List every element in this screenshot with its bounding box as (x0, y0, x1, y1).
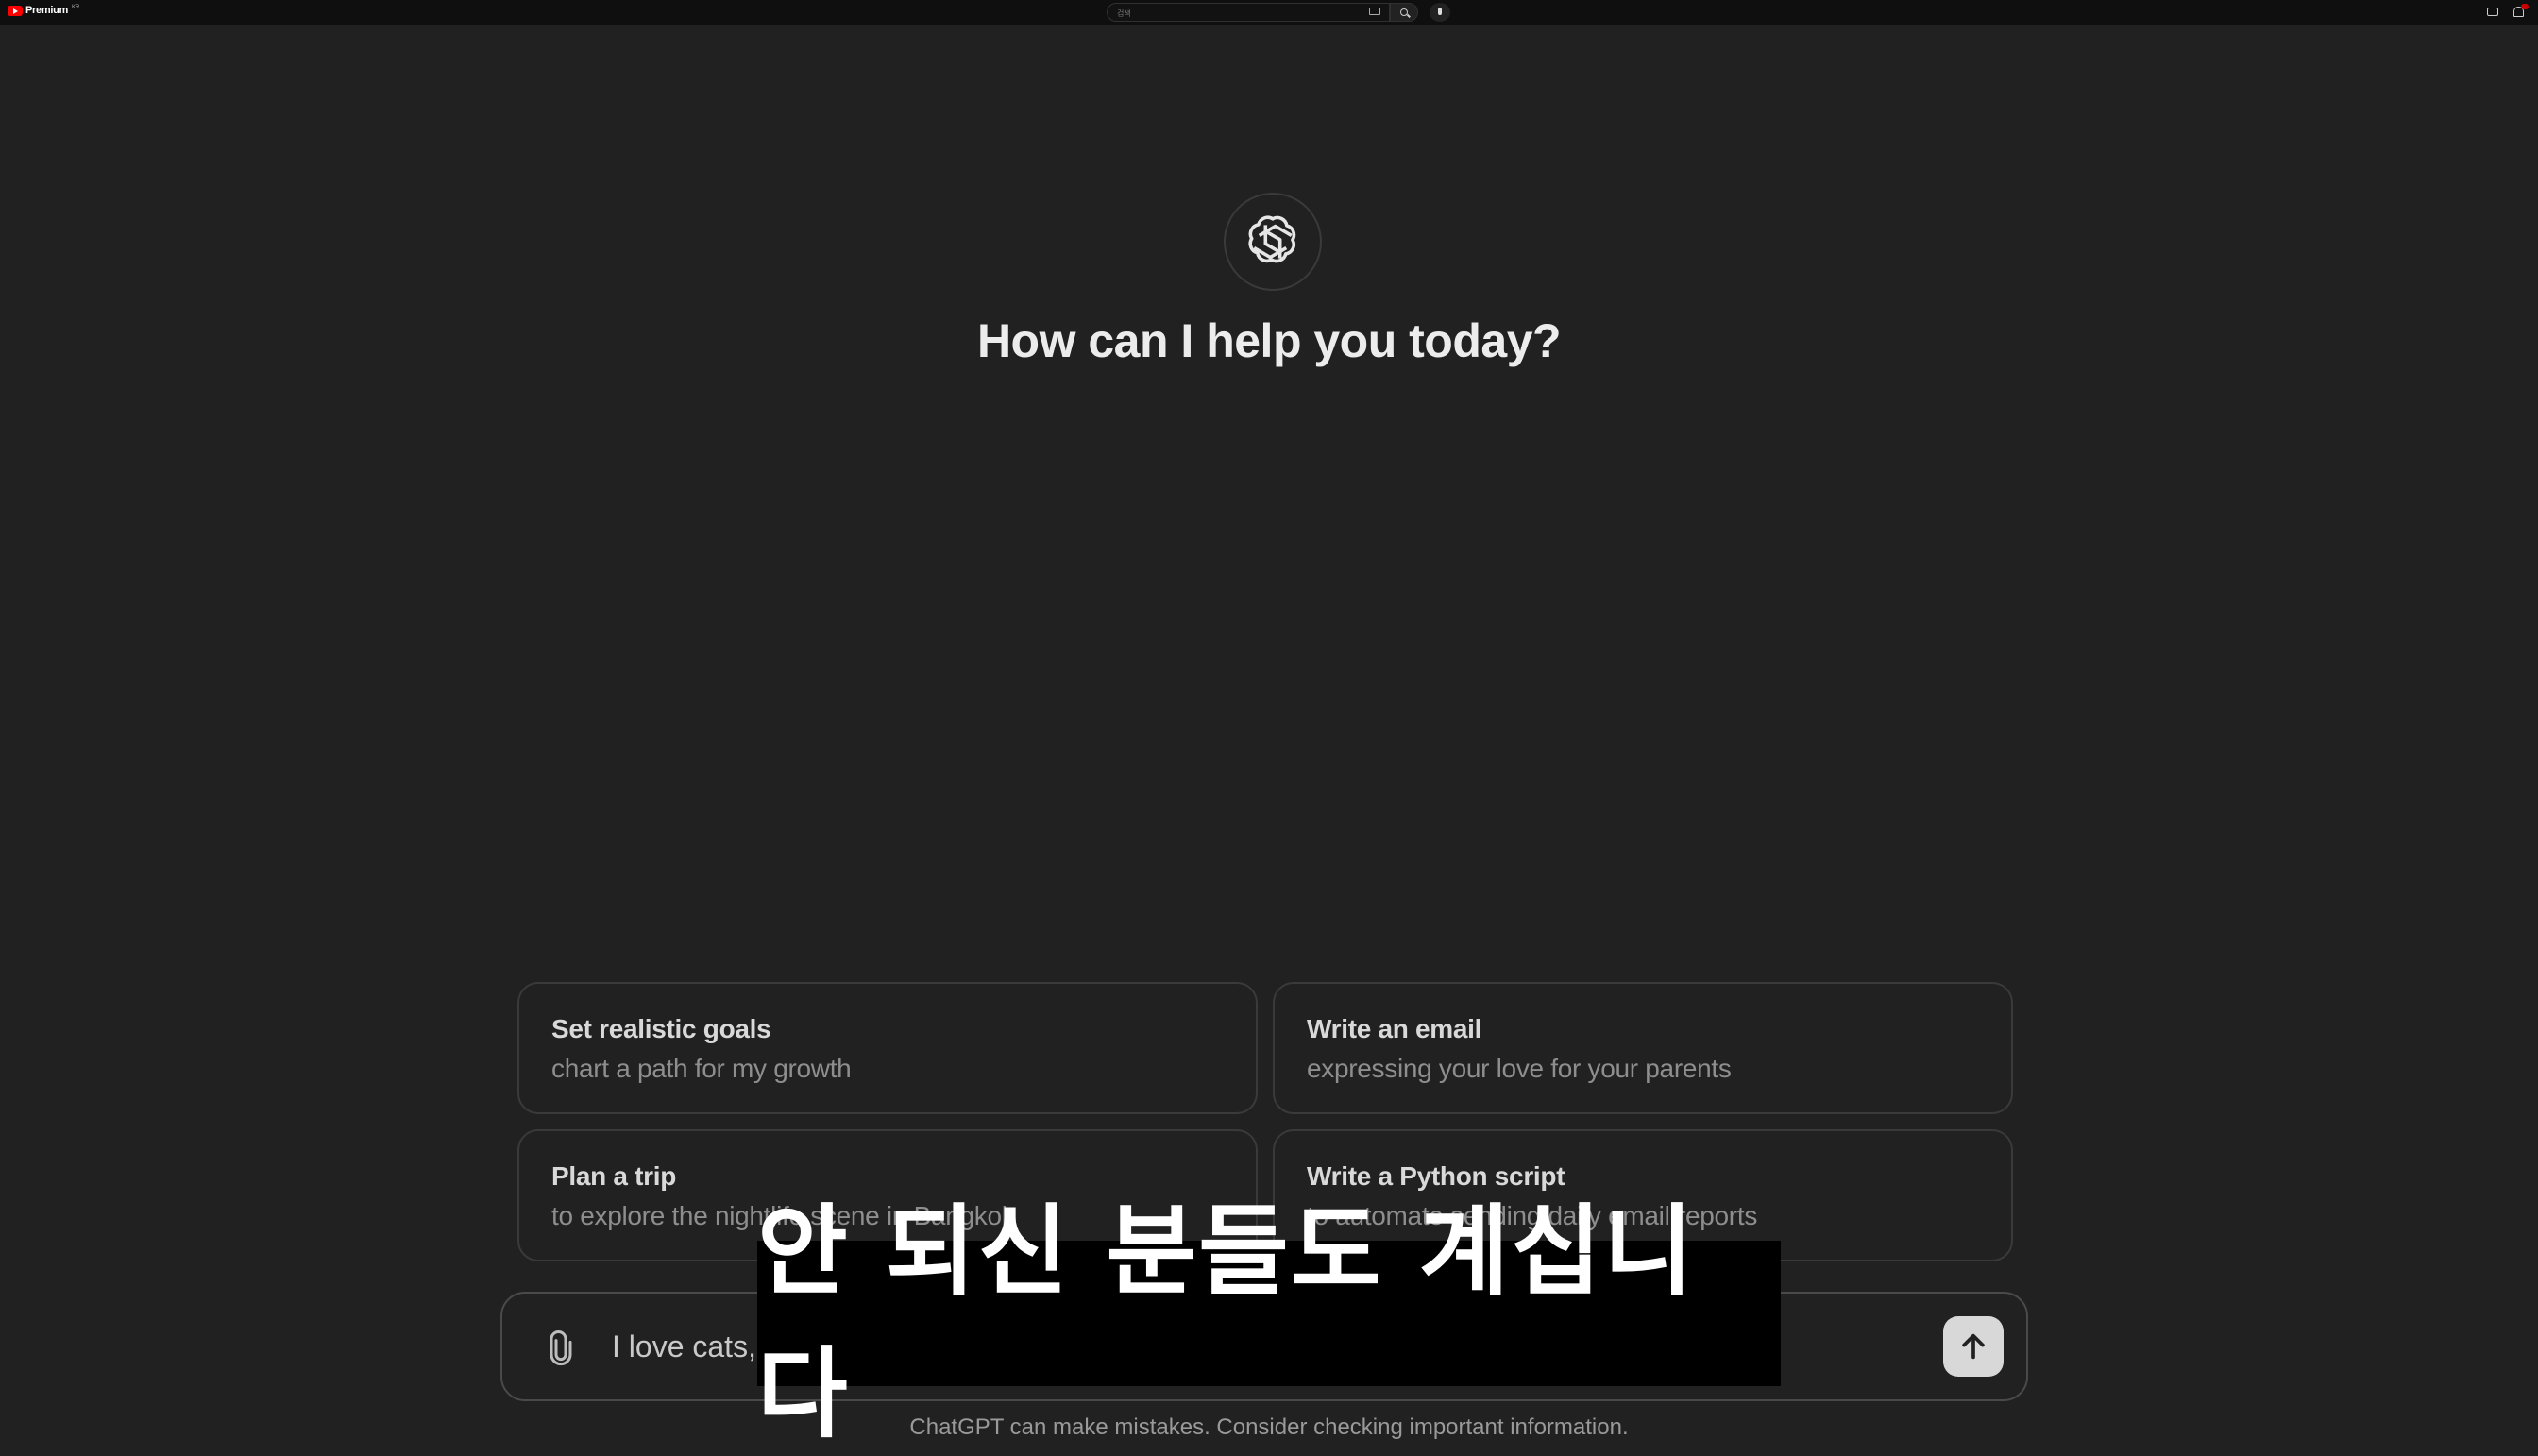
create-icon[interactable] (2487, 8, 2498, 16)
youtube-premium-logo[interactable]: Premium KR (8, 5, 79, 16)
page-title: How can I help you today? (976, 314, 1562, 367)
video-subtitle-caption: 안 되신 분들도 계십니다 (757, 1194, 1781, 1451)
brand-region: KR (71, 5, 80, 10)
suggestion-subtitle: chart a path for my growth (551, 1054, 852, 1083)
suggestion-card[interactable]: Write an email expressing your love for … (1273, 982, 2013, 1114)
suggestion-title: Set realistic goals (551, 1014, 771, 1043)
search-input[interactable]: 검색 (1107, 3, 1390, 22)
caption-text: 안 되신 분들도 계십니다 (757, 1194, 1696, 1451)
notification-badge (2521, 4, 2529, 9)
suggestion-title: Write an email (1307, 1014, 1482, 1043)
openai-logo-icon (1248, 215, 1296, 263)
disclaimer-text: ChatGPT can make mistakes. Consider chec… (909, 1414, 1629, 1440)
suggestion-card[interactable]: Set realistic goals chart a path for my … (517, 982, 1258, 1114)
brand-label: Premium (25, 5, 68, 16)
send-button[interactable] (1943, 1316, 2004, 1377)
message-input[interactable]: I love cats, (612, 1329, 756, 1364)
paperclip-icon[interactable] (542, 1326, 580, 1371)
arrow-up-icon (1962, 1333, 1985, 1360)
search-button[interactable] (1390, 3, 1418, 22)
keyboard-icon[interactable] (1369, 8, 1380, 15)
suggestion-subtitle: expressing your love for your parents (1307, 1054, 1732, 1083)
mic-icon[interactable] (1430, 3, 1450, 22)
youtube-play-icon (8, 5, 23, 16)
openai-logo (1224, 193, 1322, 291)
browser-topbar: Premium KR 검색 (0, 0, 2538, 25)
